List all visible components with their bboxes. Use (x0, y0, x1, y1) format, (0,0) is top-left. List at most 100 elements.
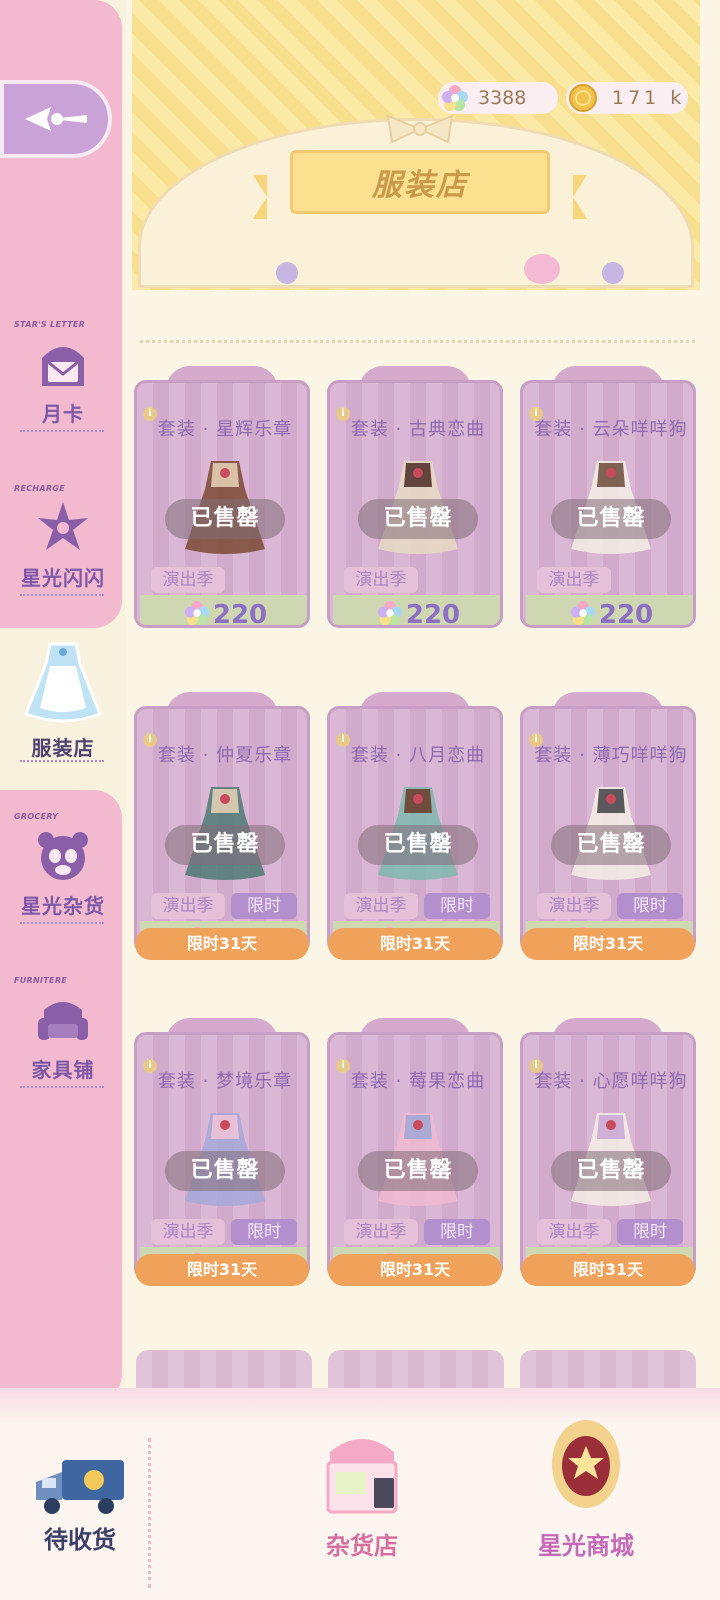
rainbow-gem-icon (184, 600, 209, 625)
card-body: i套装 · 八月恋曲已售罄演出季限时330 (327, 706, 503, 954)
divider (148, 1438, 151, 1588)
product-card[interactable]: i套装 · 莓果恋曲已售罄演出季限时330 (327, 1018, 503, 1280)
sidebar-item-label: 月卡 (42, 402, 84, 426)
sidebar-item-grocery[interactable]: GROCERY 星光杂货 (0, 812, 126, 932)
season-tag: 演出季 (537, 1219, 611, 1245)
card-body: i 套装 · 云朵咩咩狗 已售罄 演出季 220 (520, 380, 696, 628)
gem-balance[interactable]: 3388 (438, 82, 558, 114)
panda-icon (38, 832, 88, 880)
rainbow-gem-icon (377, 600, 402, 625)
sidebar-item-recharge[interactable]: RECHARGE 星光闪闪 (0, 484, 126, 604)
limited-tag: 限时 (617, 1219, 683, 1245)
bottom-bar: 待收货 杂货店 星光商城 (0, 1388, 720, 1600)
sidebar-item-monthly-card[interactable]: STAR'S LETTER 月卡 (0, 320, 126, 440)
divider (20, 430, 104, 432)
sold-out-badge: 已售罄 (165, 825, 285, 865)
product-card-partial[interactable] (520, 1350, 696, 1390)
card-body: i套装 · 心愿咩咩狗已售罄演出季限时330 (520, 1032, 696, 1280)
rainbow-gem-icon (442, 85, 468, 111)
product-name: 套装 · 梦境乐章 (157, 1071, 293, 1092)
card-body: i套装 · 梦境乐章已售罄演出季限时330 (134, 1032, 310, 1280)
product-card[interactable]: i 套装 · 古典恋曲 已售罄 演出季 220 (327, 366, 503, 628)
sold-out-badge: 已售罄 (551, 825, 671, 865)
card-body: i 套装 · 星辉乐章 已售罄 演出季 220 (134, 380, 310, 628)
divider (140, 340, 695, 343)
sofa-icon (38, 1002, 88, 1040)
season-tag: 演出季 (537, 567, 611, 593)
price-value: 220 (405, 600, 461, 628)
back-arrow-icon (25, 107, 87, 131)
sold-out-badge: 已售罄 (551, 1151, 671, 1191)
bottom-item-label: 待收货 (44, 1526, 116, 1554)
grocery-stall-icon (326, 1439, 398, 1514)
product-name: 套装 · 薄巧咩咩狗 (534, 745, 688, 766)
time-limit-badge: 限时31天 (328, 928, 502, 960)
sidebar-item-tag: GROCERY (14, 812, 59, 821)
rainbow-gem-icon (570, 600, 595, 625)
product-name: 套装 · 心愿咩咩狗 (534, 1071, 688, 1092)
limited-tag: 限时 (231, 1219, 297, 1245)
price: 220 (523, 599, 693, 628)
product-card-partial[interactable] (136, 1350, 312, 1390)
season-tag: 演出季 (537, 893, 611, 919)
back-button[interactable] (0, 80, 112, 158)
product-card[interactable]: i套装 · 心愿咩咩狗已售罄演出季限时330 (520, 1018, 696, 1280)
product-card[interactable]: i套装 · 薄巧咩咩狗已售罄演出季限时330 (520, 692, 696, 954)
sidebar-item-furniture[interactable]: FURNITERE 家具铺 (0, 976, 126, 1096)
product-card[interactable]: i套装 · 梦境乐章已售罄演出季限时330 (134, 1018, 310, 1280)
product-name: 套装 · 古典恋曲 (350, 419, 486, 440)
sidebar-item-clothing-shop[interactable]: 服装店 (0, 636, 126, 766)
star-flower-icon (38, 502, 88, 550)
limited-tag: 限时 (424, 893, 490, 919)
coin-count: 171 k (612, 87, 686, 109)
flower-decoration (602, 262, 624, 284)
price: 220 (137, 599, 307, 628)
envelope-icon (42, 347, 84, 386)
product-card[interactable]: i套装 · 八月恋曲已售罄演出季限时330 (327, 692, 503, 954)
product-card-partial[interactable] (328, 1350, 504, 1390)
season-tag: 演出季 (344, 567, 418, 593)
star-mall-button[interactable]: 星光商城 (524, 1406, 648, 1586)
page-title: 服装店 (253, 150, 587, 219)
time-limit-badge: 限时31天 (521, 928, 695, 960)
time-limit-badge: 限时31天 (521, 1254, 695, 1286)
sold-out-badge: 已售罄 (165, 499, 285, 539)
card-body: i 套装 · 古典恋曲 已售罄 演出季 220 (327, 380, 503, 628)
product-name: 套装 · 莓果恋曲 (350, 1071, 486, 1092)
flower-decoration (276, 262, 298, 284)
pending-delivery-button[interactable]: 待收货 (30, 1454, 130, 1584)
grocery-store-button[interactable]: 杂货店 (308, 1422, 416, 1592)
sidebar-item-tag: STAR'S LETTER (14, 320, 86, 329)
gem-count: 3388 (478, 87, 527, 109)
sold-out-badge: 已售罄 (358, 499, 478, 539)
star-mall-icon (552, 1420, 620, 1508)
time-limit-badge: 限时31天 (135, 928, 309, 960)
product-name: 套装 · 星辉乐章 (157, 419, 293, 440)
card-body: i套装 · 薄巧咩咩狗已售罄演出季限时330 (520, 706, 696, 954)
card-body: i套装 · 仲夏乐章已售罄演出季限时330 (134, 706, 310, 954)
time-limit-badge: 限时31天 (135, 1254, 309, 1286)
sidebar-item-label: 星光杂货 (21, 894, 105, 918)
sidebar-item-tag: RECHARGE (14, 484, 65, 493)
limited-tag: 限时 (424, 1219, 490, 1245)
sidebar: STAR'S LETTER 月卡 RECHARGE 星光闪闪 服装店 GROCE… (0, 0, 126, 1600)
shop-header: 服装店 3388 171 k (132, 0, 700, 290)
price-value: 220 (212, 600, 268, 628)
coin-balance[interactable]: 171 k (566, 82, 688, 114)
sidebar-item-label: 星光闪闪 (21, 566, 105, 590)
sold-out-badge: 已售罄 (358, 1151, 478, 1191)
dress-icon (24, 642, 102, 723)
price-value: 220 (598, 600, 654, 628)
limited-tag: 限时 (231, 893, 297, 919)
sidebar-item-label: 服装店 (31, 736, 95, 760)
divider (20, 922, 104, 924)
product-name: 套装 · 八月恋曲 (350, 745, 486, 766)
divider (20, 1086, 104, 1088)
product-card[interactable]: i 套装 · 云朵咩咩狗 已售罄 演出季 220 (520, 366, 696, 628)
product-card[interactable]: i 套装 · 星辉乐章 已售罄 演出季 220 (134, 366, 310, 628)
sold-out-badge: 已售罄 (551, 499, 671, 539)
sold-out-badge: 已售罄 (358, 825, 478, 865)
product-name: 套装 · 云朵咩咩狗 (534, 419, 688, 440)
product-card[interactable]: i套装 · 仲夏乐章已售罄演出季限时330 (134, 692, 310, 954)
sold-out-badge: 已售罄 (165, 1151, 285, 1191)
